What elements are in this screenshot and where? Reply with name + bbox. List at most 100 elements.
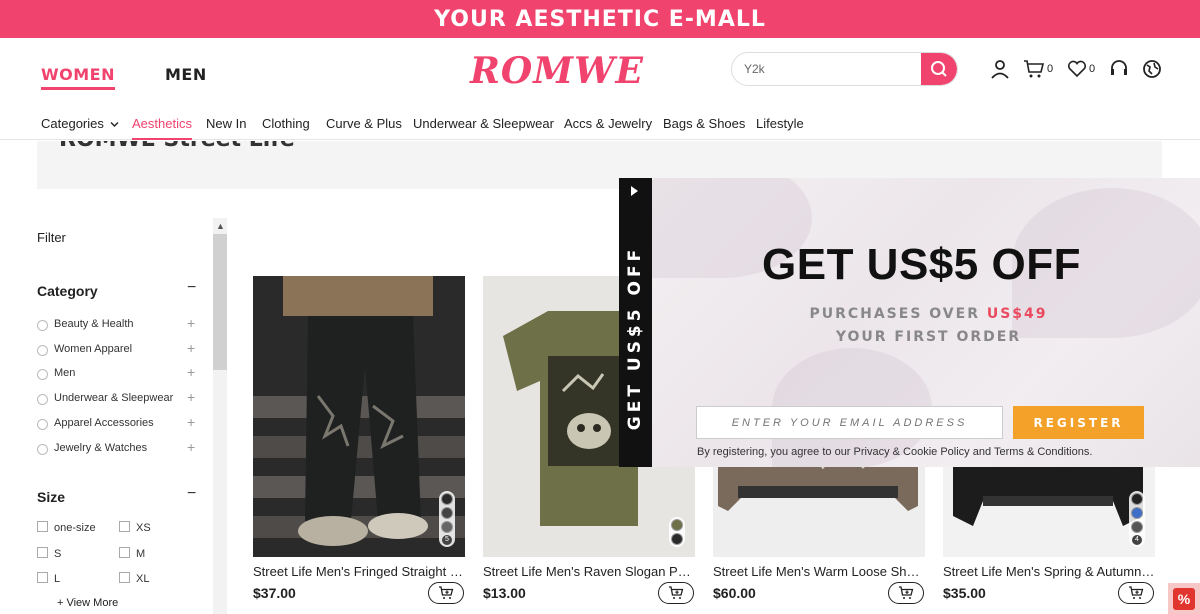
category-option[interactable]: Men + [37, 364, 197, 384]
user-icon [991, 60, 1009, 79]
account-button[interactable] [990, 58, 1010, 80]
promo-amount: US$49 [986, 306, 1048, 322]
category-option[interactable]: Apparel Accessories + [37, 414, 197, 434]
nav-label: Categories [41, 116, 104, 131]
product-image[interactable]: 5 [253, 276, 465, 557]
radio-button[interactable] [37, 320, 48, 331]
add-to-cart-button[interactable] [428, 582, 464, 604]
size-collapse-toggle[interactable]: − [187, 485, 196, 503]
scrollbar-thumb[interactable] [213, 234, 227, 370]
cart-count: 0 [1047, 63, 1054, 75]
support-button[interactable] [1109, 58, 1129, 80]
checkbox[interactable] [119, 521, 130, 532]
wishlist-button[interactable]: 0 [1067, 58, 1095, 80]
nav-underwear-sleepwear[interactable]: Underwear & Sleepwear [413, 116, 554, 131]
nav-aesthetics[interactable]: Aesthetics [132, 116, 192, 140]
page-title: ROMWE Street Life [59, 141, 295, 152]
checkbox[interactable] [37, 521, 48, 532]
headset-icon [1111, 60, 1127, 75]
category-option[interactable]: Jewelry & Watches + [37, 439, 197, 459]
discount-badge[interactable]: % [1168, 583, 1200, 614]
site-header: WOMEN MEN ROMWE 0 0 [0, 38, 1200, 108]
product-price: $35.00 [943, 585, 986, 601]
email-field[interactable] [696, 406, 1003, 439]
nav-lifestyle[interactable]: Lifestyle [756, 116, 804, 131]
product-price: $60.00 [713, 585, 756, 601]
color-swatches: 4 [1129, 491, 1145, 547]
popup-terms: By registering, you agree to our Privacy… [697, 446, 1093, 458]
popup-subtitle: PURCHASES OVER US$49 [809, 306, 1048, 322]
swatch-option[interactable] [441, 493, 453, 505]
tab-women[interactable]: WOMEN [41, 65, 115, 90]
nav-new-in[interactable]: New In [206, 116, 246, 131]
popup-headline: GET US$5 OFF [762, 240, 1081, 289]
nav-bags-shoes[interactable]: Bags & Shoes [663, 116, 745, 131]
category-option[interactable]: Beauty & Health + [37, 315, 197, 335]
signup-popup: GET US$5 OFF PURCHASES OVER US$49 YOUR F… [652, 178, 1200, 467]
checkbox[interactable] [37, 572, 48, 583]
tab-men[interactable]: MEN [165, 65, 207, 84]
category-collapse-toggle[interactable]: − [187, 279, 196, 297]
swatch-option[interactable] [1131, 521, 1143, 533]
swatch-option[interactable] [1131, 493, 1143, 505]
cart-button[interactable]: 0 [1023, 58, 1053, 80]
search-input[interactable] [732, 53, 922, 85]
site-logo[interactable]: ROMWE [470, 50, 644, 92]
scroll-up-icon[interactable]: ▲ [216, 221, 225, 231]
category-option[interactable]: Women Apparel + [37, 340, 197, 360]
product-title[interactable]: Street Life Men's Fringed Straight Leg J… [253, 564, 465, 579]
product-title[interactable]: Street Life Men's Raven Slogan Print Tee [483, 564, 695, 579]
swatch-option[interactable] [671, 519, 683, 531]
register-button[interactable]: REGISTER [1013, 406, 1144, 439]
radio-button[interactable] [37, 345, 48, 356]
nav-accs-jewelry[interactable]: Accs & Jewelry [564, 116, 652, 131]
product-title[interactable]: Street Life Men's Warm Loose Short Jacke… [713, 564, 925, 579]
add-to-cart-button[interactable] [888, 582, 924, 604]
cart-icon [1024, 60, 1045, 78]
sidebar-scrollbar[interactable]: ▲ [213, 218, 227, 614]
language-button[interactable] [1142, 58, 1162, 80]
product-price: $37.00 [253, 585, 296, 601]
collapse-arrow-icon[interactable] [631, 186, 638, 196]
expand-plus-icon[interactable]: + [187, 439, 195, 455]
search-icon [931, 61, 947, 77]
radio-button[interactable] [37, 419, 48, 430]
expand-plus-icon[interactable]: + [187, 340, 195, 356]
jeans-photo [253, 276, 465, 557]
size-section-title[interactable]: Size [37, 489, 65, 505]
add-to-cart-button[interactable] [1118, 582, 1154, 604]
search-button[interactable] [921, 53, 957, 85]
radio-button[interactable] [37, 394, 48, 405]
checkbox[interactable] [119, 547, 130, 558]
swatch-count: 5 [442, 535, 452, 545]
globe-icon [1143, 60, 1161, 78]
expand-plus-icon[interactable]: + [187, 414, 195, 430]
expand-plus-icon[interactable]: + [187, 315, 195, 331]
popup-side-tab[interactable]: GET US$5 OFF [619, 178, 652, 467]
swatch-option[interactable] [671, 533, 683, 545]
swatch-option[interactable] [441, 521, 453, 533]
checkbox[interactable] [119, 572, 130, 583]
discount-percent-icon: % [1173, 587, 1195, 610]
expand-plus-icon[interactable]: + [187, 389, 195, 405]
category-section-title[interactable]: Category [37, 283, 98, 299]
nav-clothing[interactable]: Clothing [262, 116, 310, 131]
expand-plus-icon[interactable]: + [187, 364, 195, 380]
add-to-cart-button[interactable] [658, 582, 694, 604]
radio-button[interactable] [37, 369, 48, 380]
radio-button[interactable] [37, 444, 48, 455]
checkbox[interactable] [37, 547, 48, 558]
swatch-option[interactable] [1131, 507, 1143, 519]
popup-subtitle-2: YOUR FIRST ORDER [835, 329, 1022, 345]
color-swatches: 5 [439, 491, 455, 547]
view-more-link[interactable]: + View More [57, 597, 118, 609]
nav-curve-plus[interactable]: Curve & Plus [326, 116, 402, 131]
swatch-count: 4 [1132, 535, 1142, 545]
chevron-down-icon [110, 122, 118, 127]
promo-banner[interactable]: YOUR AESTHETIC E-MALL [0, 0, 1200, 38]
swatch-option[interactable] [441, 507, 453, 519]
promo-text: YOUR AESTHETIC E-MALL [434, 6, 766, 32]
product-title[interactable]: Street Life Men's Spring & Autumn Jacket [943, 564, 1155, 579]
nav-categories[interactable]: Categories [41, 116, 119, 131]
category-option[interactable]: Underwear & Sleepwear + [37, 389, 197, 409]
